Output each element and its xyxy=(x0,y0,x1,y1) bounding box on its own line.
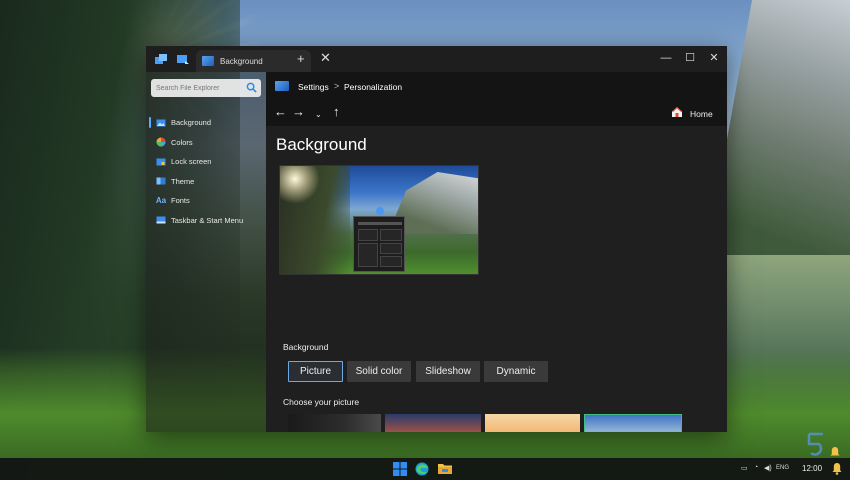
sidebar-item-fonts[interactable]: Aa Fonts xyxy=(146,191,266,211)
background-section-label: Background xyxy=(283,342,329,352)
file-explorer-icon[interactable] xyxy=(437,461,453,477)
sidebar: Background Colors Lock screen Theme xyxy=(146,72,266,432)
language-indicator[interactable]: ENG xyxy=(776,465,789,471)
picture-thumbnail-mountain-lake[interactable] xyxy=(584,414,682,432)
start-button-icon[interactable] xyxy=(392,461,408,477)
option-picture[interactable]: Picture xyxy=(288,361,343,382)
page-title: Background xyxy=(276,135,367,154)
option-slideshow[interactable]: Slideshow xyxy=(416,361,480,382)
choose-picture-label: Choose your picture xyxy=(283,397,360,407)
close-tab-button[interactable]: ✕ xyxy=(320,51,331,65)
sidebar-item-colors[interactable]: Colors xyxy=(146,133,266,153)
search-icon[interactable] xyxy=(246,82,257,93)
sidebar-item-label: Taskbar & Start Menu xyxy=(171,215,244,225)
task-view-icon[interactable] xyxy=(154,52,168,66)
picture-icon xyxy=(156,119,166,127)
battery-icon[interactable]: ▭ xyxy=(741,464,748,472)
maximize-button[interactable]: ☐ xyxy=(681,51,699,65)
sidebar-item-background[interactable]: Background xyxy=(146,113,266,133)
user-icon xyxy=(376,207,384,215)
edge-browser-icon[interactable] xyxy=(414,461,430,477)
forward-button[interactable]: → xyxy=(292,105,305,119)
picture-thumbnail-pier[interactable] xyxy=(385,414,481,432)
search-input[interactable] xyxy=(156,84,241,92)
sidebar-item-theme[interactable]: Theme xyxy=(146,172,266,192)
picture-thumbnail-windows[interactable] xyxy=(288,414,381,432)
sidebar-nav: Background Colors Lock screen Theme Aa F… xyxy=(146,113,266,230)
taskbar-icon xyxy=(156,216,166,224)
title-bar: Background + ✕ — ☐ ✕ xyxy=(146,46,727,72)
tab-background[interactable]: Background xyxy=(196,50,311,72)
palette-icon xyxy=(156,137,166,147)
close-window-button[interactable]: ✕ xyxy=(705,51,723,65)
search-box xyxy=(151,79,261,97)
option-dynamic[interactable]: Dynamic xyxy=(484,361,548,382)
minimize-button[interactable]: — xyxy=(657,51,675,65)
lock-screen-icon xyxy=(156,158,166,166)
picture-icon xyxy=(275,81,289,91)
background-preview xyxy=(279,165,479,275)
breadcrumb-settings[interactable]: Settings xyxy=(298,82,329,92)
breadcrumb-separator: > xyxy=(334,81,340,91)
fonts-icon: Aa xyxy=(155,196,167,206)
home-link[interactable]: Home xyxy=(690,109,713,119)
sidebar-item-label: Colors xyxy=(171,137,193,147)
new-window-icon[interactable] xyxy=(176,52,190,66)
clock[interactable]: 12:00 xyxy=(802,464,822,473)
sidebar-item-label: Fonts xyxy=(171,196,190,206)
sidebar-item-label: Lock screen xyxy=(171,157,212,167)
sidebar-item-lock-screen[interactable]: Lock screen xyxy=(146,152,266,172)
preview-window xyxy=(353,216,405,272)
sidebar-item-taskbar[interactable]: Taskbar & Start Menu xyxy=(146,211,266,231)
watermark-logo xyxy=(807,432,823,456)
notification-icon xyxy=(830,447,840,456)
file-explorer-window: Background + ✕ — ☐ ✕ Background xyxy=(146,46,727,432)
picture-icon xyxy=(202,56,214,66)
picture-thumbnail-karst[interactable] xyxy=(485,414,580,432)
sidebar-item-label: Background xyxy=(171,118,212,128)
notification-bell-icon[interactable] xyxy=(831,462,843,475)
sidebar-item-label: Theme xyxy=(171,176,195,186)
back-button[interactable]: ← xyxy=(274,105,287,119)
home-icon[interactable] xyxy=(671,106,683,118)
navigation-bar: ← → ⌄ ↑ Home xyxy=(266,100,727,126)
theme-icon xyxy=(156,177,166,185)
option-solid-color[interactable]: Solid color xyxy=(347,361,411,382)
address-bar[interactable]: Settings > Personalization xyxy=(266,72,727,100)
new-tab-button[interactable]: + xyxy=(297,52,305,66)
recent-locations-button[interactable]: ⌄ xyxy=(315,108,322,122)
taskbar: ▭ ◔ ◀) ENG 12:00 xyxy=(0,458,850,480)
up-button[interactable]: ↑ xyxy=(333,105,340,119)
network-icon[interactable]: ◔ xyxy=(754,464,758,471)
wallpaper-cliff xyxy=(710,0,850,260)
tab-label: Background xyxy=(220,56,263,66)
volume-icon[interactable]: ◀) xyxy=(764,464,772,472)
settings-pane: Settings > Personalization ← → ⌄ ↑ Home … xyxy=(266,72,727,432)
breadcrumb-personalization[interactable]: Personalization xyxy=(344,82,402,92)
